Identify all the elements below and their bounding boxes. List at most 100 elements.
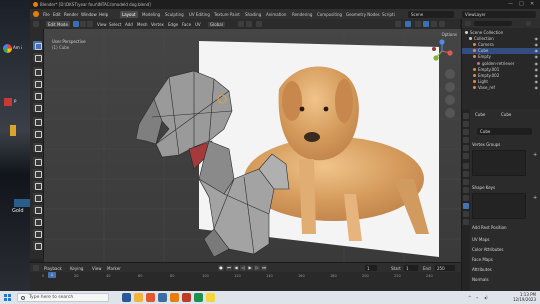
texture-tab-icon[interactable] [463, 219, 469, 225]
smooth-tool-icon[interactable] [33, 241, 42, 250]
inset-tool-icon[interactable] [33, 169, 42, 178]
minimize-button[interactable]: — [508, 1, 513, 7]
windows-start-icon[interactable] [4, 294, 11, 301]
current-frame-field[interactable]: 1 [365, 265, 377, 271]
add-rest-position-button[interactable]: Add Rest Position [472, 225, 507, 230]
workspace-tab-scripting[interactable]: Scripti [380, 11, 397, 18]
face-maps-panel[interactable]: Face Maps [472, 257, 493, 262]
next-key-icon[interactable]: ▷ [254, 265, 260, 271]
bevel-tool-icon[interactable] [33, 181, 42, 190]
task-view-icon[interactable] [122, 293, 131, 302]
jump-start-icon[interactable]: ⏮ [226, 265, 232, 271]
shading-wireframe-icon[interactable] [415, 21, 421, 27]
menu-face[interactable]: Face [182, 22, 191, 27]
color-attributes-panel[interactable]: Color Attributes [472, 247, 503, 252]
record-icon[interactable]: ● [218, 265, 224, 271]
close-button[interactable]: ✕ [530, 1, 534, 7]
mesh-data-tab-icon[interactable] [463, 203, 469, 209]
workspace-tab-uv-editing[interactable]: UV Editing [187, 11, 212, 18]
menu-window[interactable]: Window [81, 12, 97, 17]
menu-add[interactable]: Add [125, 22, 133, 27]
physics-tab-icon[interactable] [463, 187, 469, 193]
render-tab-icon[interactable] [463, 121, 469, 127]
perspective-toggle-icon[interactable] [445, 108, 455, 118]
attributes-panel[interactable]: Attributes [472, 267, 492, 272]
transform-tool-icon[interactable] [33, 103, 42, 112]
menu-keying[interactable]: Keying [70, 266, 83, 271]
shading-rendered-icon[interactable] [439, 21, 445, 27]
mode-selector[interactable]: Edit Mode [46, 21, 70, 27]
options-dropdown[interactable]: Options [442, 32, 457, 37]
file-explorer-icon[interactable] [134, 293, 143, 302]
workspace-tab-sculpting[interactable]: Sculpting [163, 11, 186, 18]
outliner-search-field[interactable] [474, 21, 512, 26]
edge-select-icon[interactable] [80, 21, 86, 27]
media-icon[interactable] [182, 293, 191, 302]
modifier-tab-icon[interactable] [463, 171, 469, 177]
editor-type-icon[interactable] [33, 21, 39, 27]
visibility-eye-icon[interactable]: ◉ [535, 79, 539, 84]
play-reverse-icon[interactable]: ◁ [240, 265, 246, 271]
filter-icon[interactable] [526, 21, 531, 26]
blender-icon[interactable] [170, 293, 179, 302]
workspace-tab-rendering[interactable]: Rendering [290, 11, 314, 18]
world-tab-icon[interactable] [463, 153, 469, 159]
menu-file[interactable]: File [43, 12, 50, 17]
menu-edit[interactable]: Edit [53, 12, 61, 17]
visibility-eye-icon[interactable]: ◉ [535, 61, 539, 66]
extrude-tool-icon[interactable] [33, 157, 42, 166]
output-tab-icon[interactable] [463, 129, 469, 135]
overlay-icon[interactable] [395, 21, 401, 27]
add-vertex-group-button[interactable]: + [533, 153, 537, 158]
xray-icon[interactable] [405, 21, 411, 27]
edge-icon[interactable] [158, 293, 167, 302]
pan-hand-icon[interactable] [445, 82, 455, 92]
workspace-tab-compositing[interactable]: Compositing [315, 11, 344, 18]
constraints-tab-icon[interactable] [463, 195, 469, 201]
add-cube-tool-icon[interactable] [33, 143, 42, 152]
visibility-eye-icon[interactable]: ◉ [535, 73, 539, 78]
menu-marker[interactable]: Marker [107, 266, 121, 271]
menu-render[interactable]: Render [64, 12, 78, 17]
jump-end-icon[interactable]: ⏭ [261, 265, 267, 271]
workspace-tab-geometry-nodes[interactable]: Geometry Nodes [344, 11, 382, 18]
menu-view[interactable]: View [97, 22, 107, 27]
move-tool-icon[interactable] [33, 67, 42, 76]
start-frame-field[interactable]: 1 [404, 265, 418, 271]
viewport-scene[interactable] [44, 29, 461, 262]
3d-viewport[interactable]: User Perspective (1) Cube Options [44, 29, 461, 262]
tool-tab-icon[interactable] [463, 113, 469, 119]
visibility-eye-icon[interactable]: ◉ [535, 42, 539, 47]
add-shape-key-button[interactable]: + [533, 196, 537, 201]
excel-icon[interactable] [194, 293, 203, 302]
measure-tool-icon[interactable] [33, 129, 42, 138]
transform-orientation[interactable]: Global [208, 22, 225, 27]
menu-uv[interactable]: UV [195, 22, 201, 27]
vertex-groups-list[interactable] [472, 150, 526, 176]
workspace-tab-layout[interactable]: Layout [120, 11, 138, 18]
material-tab-icon[interactable] [463, 211, 469, 217]
visibility-eye-icon[interactable]: ◉ [535, 54, 539, 59]
end-frame-field[interactable]: 250 [435, 265, 455, 271]
vertex-groups-title[interactable]: Vertex Groups [472, 142, 538, 148]
face-select-icon[interactable] [87, 21, 93, 27]
menu-select[interactable]: Select [109, 22, 121, 27]
workspace-tab-shading[interactable]: Shading [243, 11, 263, 18]
normals-panel[interactable]: Normals [472, 277, 489, 282]
shape-keys-list[interactable] [472, 193, 526, 219]
rotate-tool-icon[interactable] [33, 79, 42, 88]
playhead[interactable]: 1 [48, 272, 56, 278]
outliner-item[interactable]: Vase_ref ◉ [462, 85, 540, 91]
spin-tool-icon[interactable] [33, 229, 42, 238]
poly-build-tool-icon[interactable] [33, 217, 42, 226]
scene-tab-icon[interactable] [463, 145, 469, 151]
menu-edge[interactable]: Edge [168, 22, 178, 27]
outliner-editor-icon[interactable] [465, 21, 471, 26]
taskbar-search-box[interactable]: Type here to search [17, 293, 109, 302]
workspace-tab-texture-paint[interactable]: Texture Paint [212, 11, 242, 18]
visibility-eye-icon[interactable]: ◉ [535, 36, 539, 41]
tray-chevron-icon[interactable]: ^ [468, 295, 471, 300]
shading-solid-icon[interactable] [423, 21, 429, 27]
chrome-icon[interactable] [3, 44, 12, 53]
shape-keys-title[interactable]: Shape Keys [472, 185, 538, 191]
